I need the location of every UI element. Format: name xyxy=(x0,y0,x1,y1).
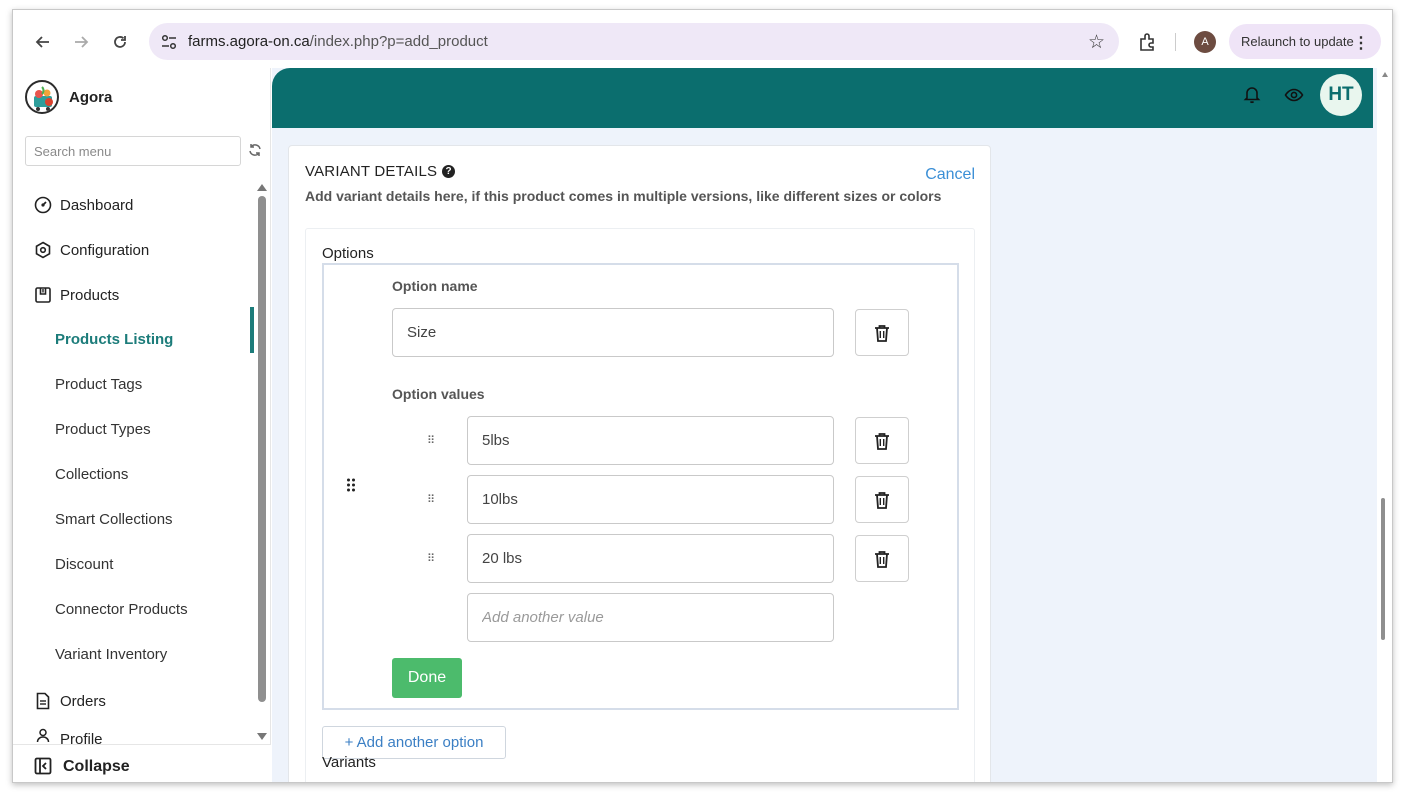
delete-value-button[interactable] xyxy=(855,417,909,464)
delete-option-button[interactable] xyxy=(855,309,909,356)
value-drag-handle-icon[interactable]: ⠿ xyxy=(427,493,435,506)
orders-icon xyxy=(33,691,53,711)
relaunch-label: Relaunch to update xyxy=(1241,34,1354,49)
option-value-input[interactable] xyxy=(467,416,834,465)
toolbar-separator xyxy=(1175,33,1176,51)
delete-value-button[interactable] xyxy=(855,535,909,582)
main-scrollbar[interactable] xyxy=(1377,68,1392,782)
browser-profile-avatar[interactable]: A xyxy=(1194,31,1216,53)
variants-label: Variants xyxy=(322,754,376,771)
sidebar-item-products[interactable]: Products xyxy=(33,285,119,305)
scroll-up-arrow-icon[interactable] xyxy=(1382,72,1388,77)
products-icon xyxy=(33,285,53,305)
back-icon[interactable] xyxy=(31,30,55,54)
cancel-link[interactable]: Cancel xyxy=(925,166,975,184)
option-values-label: Option values xyxy=(392,386,485,402)
sidebar-item-collections[interactable]: Collections xyxy=(55,466,128,483)
sidebar-item-products-listing[interactable]: Products Listing xyxy=(55,331,173,348)
bookmark-star-icon[interactable]: ☆ xyxy=(1088,31,1105,54)
main-scroll-thumb[interactable] xyxy=(1381,498,1385,640)
relaunch-button[interactable]: Relaunch to update ⋮ xyxy=(1229,24,1381,59)
sidebar-item-dashboard[interactable]: Dashboard xyxy=(33,195,133,215)
done-button[interactable]: Done xyxy=(392,658,462,698)
sidebar-item-label: Dashboard xyxy=(60,196,134,214)
collapse-sidebar-icon xyxy=(34,757,52,775)
extensions-icon[interactable] xyxy=(1137,31,1159,53)
preview-eye-icon[interactable] xyxy=(1284,85,1304,105)
address-bar[interactable]: farms.agora-on.ca/index.php?p=add_produc… xyxy=(149,23,1119,60)
option-value-input[interactable] xyxy=(467,475,834,524)
sidebar-item-configuration[interactable]: Configuration xyxy=(33,240,149,260)
url-text: farms.agora-on.ca/index.php?p=add_produc… xyxy=(188,33,488,50)
sidebar-item-label: Configuration xyxy=(60,241,150,259)
delete-value-button[interactable] xyxy=(855,476,909,523)
trash-icon xyxy=(875,432,889,450)
url-host: farms.agora-on.ca xyxy=(188,33,310,50)
trash-icon xyxy=(875,550,889,568)
reload-icon[interactable] xyxy=(108,30,132,54)
agora-logo-icon xyxy=(25,80,59,114)
notifications-bell-icon[interactable] xyxy=(1242,84,1262,104)
help-question-icon[interactable]: ? xyxy=(442,165,456,178)
sidebar: Agora Dashboard Configuration Products P… xyxy=(13,68,271,782)
active-indicator xyxy=(250,307,254,353)
value-drag-handle-icon[interactable]: ⠿ xyxy=(427,552,435,565)
dashboard-icon xyxy=(33,195,53,215)
refresh-menu-icon[interactable] xyxy=(247,142,263,158)
browser-toolbar: farms.agora-on.ca/index.php?p=add_produc… xyxy=(13,10,1392,68)
main-content: HT VARIANT DETAILS ? Cancel Add variant … xyxy=(272,68,1392,782)
value-drag-handle-icon[interactable]: ⠿ xyxy=(427,434,435,447)
sidebar-item-label: Profile xyxy=(60,731,103,744)
collapse-label: Collapse xyxy=(63,758,130,775)
option-drag-handle-icon[interactable] xyxy=(346,477,356,493)
variant-details-description: Add variant details here, if this produc… xyxy=(305,188,942,204)
sidebar-item-discount[interactable]: Discount xyxy=(55,556,113,573)
user-avatar[interactable]: HT xyxy=(1320,74,1362,116)
scroll-up-arrow-icon[interactable] xyxy=(257,184,267,191)
collapse-button[interactable]: Collapse xyxy=(13,744,271,782)
option-editor: Option name Option values ⠿ ⠿ xyxy=(322,263,959,710)
variant-details-title: VARIANT DETAILS ? xyxy=(305,163,456,180)
sidebar-item-profile[interactable]: Profile xyxy=(33,728,103,744)
scroll-down-arrow-icon[interactable] xyxy=(257,733,267,740)
option-name-input[interactable] xyxy=(392,308,834,357)
profile-icon xyxy=(33,728,53,744)
add-value-input[interactable] xyxy=(467,593,834,642)
option-name-label: Option name xyxy=(392,278,478,294)
sidebar-item-label: Products xyxy=(60,286,120,304)
option-value-input[interactable] xyxy=(467,534,834,583)
sidebar-scroll-thumb[interactable] xyxy=(258,196,266,702)
options-panel: Options Option name Option values ⠿ xyxy=(305,228,975,782)
sidebar-item-product-tags[interactable]: Product Tags xyxy=(55,376,142,393)
sidebar-item-orders[interactable]: Orders xyxy=(33,691,106,711)
sidebar-item-product-types[interactable]: Product Types xyxy=(55,421,151,438)
configuration-icon xyxy=(33,240,53,260)
sidebar-item-connector-products[interactable]: Connector Products xyxy=(55,601,188,618)
top-header-bar: HT xyxy=(272,68,1373,128)
brand-name: Agora xyxy=(69,88,113,106)
forward-icon[interactable] xyxy=(69,30,93,54)
sidebar-item-smart-collections[interactable]: Smart Collections xyxy=(55,511,173,528)
sidebar-item-variant-inventory[interactable]: Variant Inventory xyxy=(55,646,167,663)
variant-details-card: VARIANT DETAILS ? Cancel Add variant det… xyxy=(288,145,991,782)
browser-window: farms.agora-on.ca/index.php?p=add_produc… xyxy=(12,9,1393,783)
variant-details-heading: VARIANT DETAILS xyxy=(305,163,438,180)
trash-icon xyxy=(875,324,889,342)
trash-icon xyxy=(875,491,889,509)
sidebar-item-label: Orders xyxy=(60,692,106,710)
url-path: /index.php?p=add_product xyxy=(309,33,488,50)
search-menu-input[interactable] xyxy=(25,136,241,166)
site-settings-icon[interactable] xyxy=(159,32,179,52)
brand[interactable]: Agora xyxy=(25,80,112,114)
options-label: Options xyxy=(322,245,374,262)
more-menu-icon[interactable]: ⋮ xyxy=(1353,33,1369,53)
